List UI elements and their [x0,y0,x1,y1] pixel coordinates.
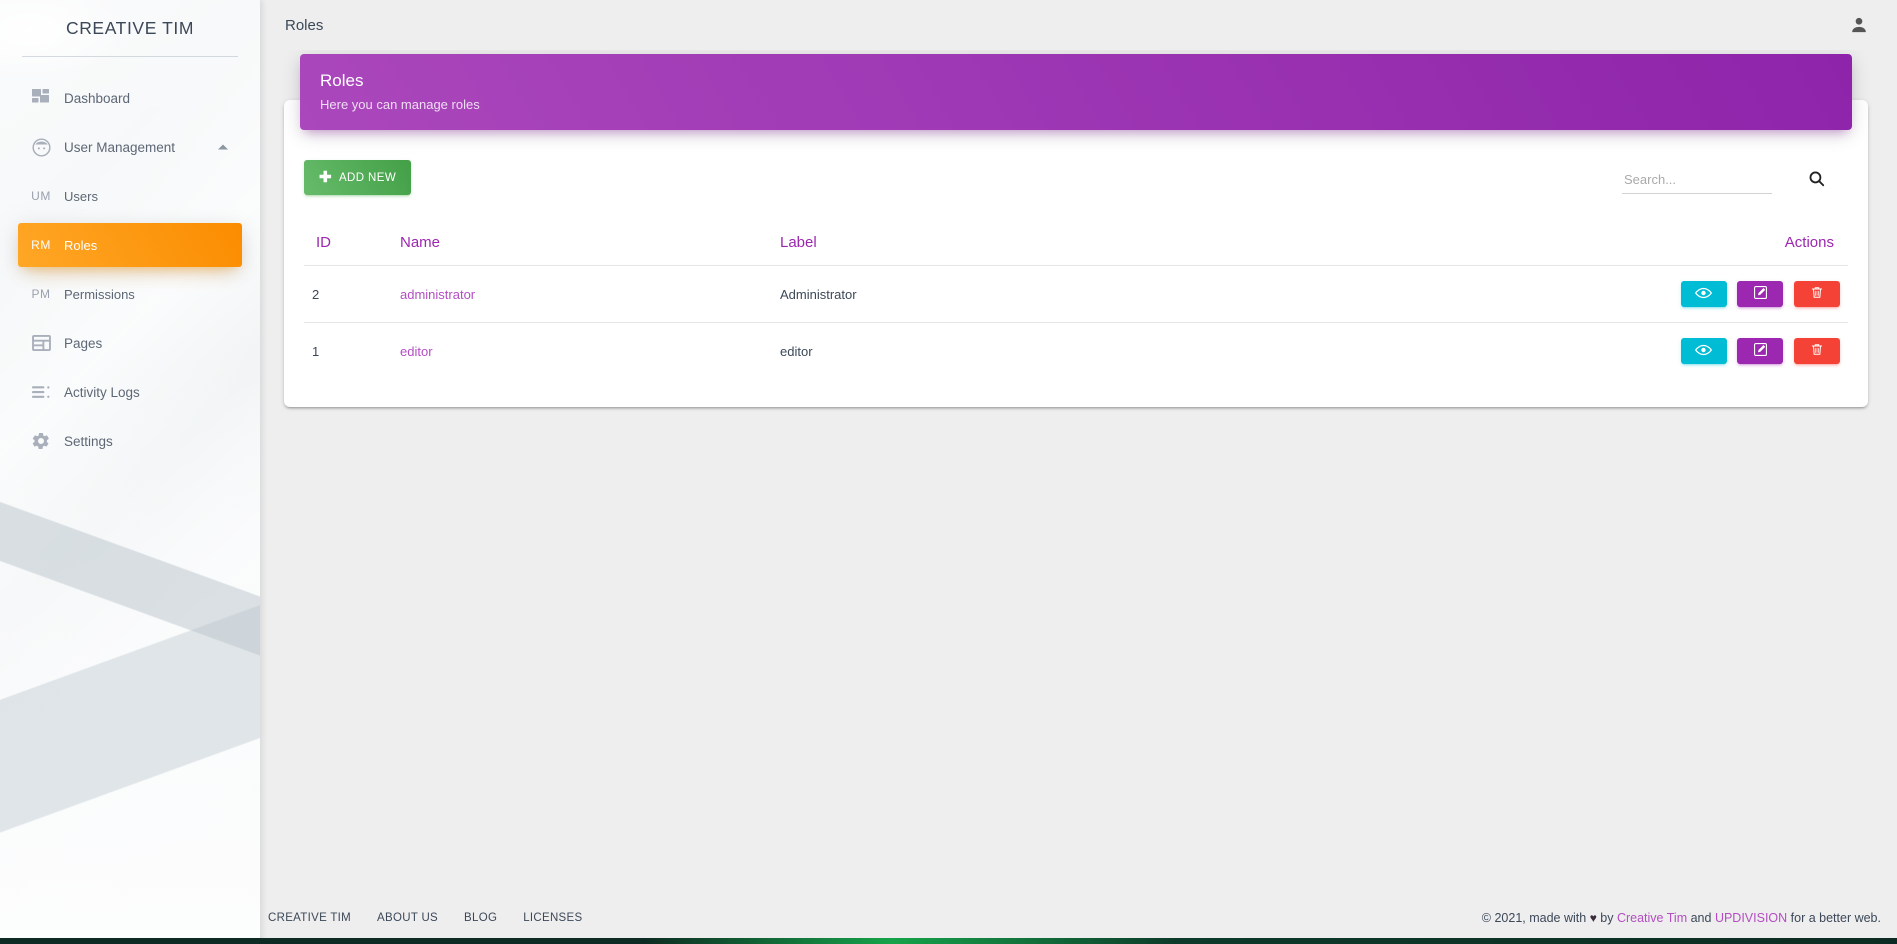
cell-actions [1134,322,1848,380]
sidebar-item-roles[interactable]: RM Roles [18,223,242,267]
card-subtitle: Here you can manage roles [320,97,480,113]
footer-copyright: © 2021, made with ♥ by Creative Tim and … [1482,911,1881,925]
search-input[interactable] [1622,166,1772,195]
edit-button[interactable] [1737,338,1784,365]
footer-link-blog[interactable]: BLOG [464,912,497,924]
cell-actions [1134,265,1848,323]
sidebar-item-activity-logs[interactable]: Activity Logs [18,370,242,414]
table-body: 2 administrator Administrator 1 editor e… [304,265,1848,380]
sidebar-item-permissions[interactable]: PM Permissions [18,272,242,316]
cell-label: Administrator [772,265,1135,323]
sidebar-item-label: User Management [64,139,176,155]
copyright-suffix: for a better web. [1787,911,1881,925]
cell-id: 2 [304,265,392,323]
footer-link-licenses[interactable]: LICENSES [523,912,582,924]
roles-card: Roles Here you can manage roles ✚ ADD NE… [284,54,1868,408]
column-header-id[interactable]: ID [304,224,392,266]
copyright-and: and [1687,911,1715,925]
edit-button[interactable] [1737,281,1784,308]
trash-icon [1810,342,1824,360]
table-row: 2 administrator Administrator [304,265,1848,323]
column-header-actions: Actions [1784,234,1834,252]
pencil-square-icon [1753,342,1768,360]
sidebar-item-label: Dashboard [64,90,131,106]
delete-button[interactable] [1794,338,1840,365]
column-header-label[interactable]: Label [772,224,1134,266]
copyright-by: by [1596,911,1617,925]
add-new-button[interactable]: ✚ ADD NEW [304,160,412,196]
view-button[interactable] [1680,281,1727,308]
heart-icon: ♥ [1589,911,1597,925]
gear-icon [18,431,64,451]
eye-icon [1695,344,1713,359]
sidebar-item-label: Permissions [64,286,135,302]
sidebar-item-label: Users [64,188,98,204]
table-header-row: ID Name Label Actions [304,224,1848,266]
footer-brand-updivision[interactable]: UPDIVISION [1715,911,1787,925]
copyright-prefix: © 2021, made with [1481,911,1590,925]
sidebar-item-settings[interactable]: Settings [18,419,242,463]
chevron-up-icon [218,144,228,150]
sidebar-item-abbr: UM [31,189,51,203]
cell-name: editor [392,322,772,380]
dashboard-grid-icon [18,88,64,108]
sidebar-item-abbr: RM [31,238,51,252]
sidebar: CREATIVE TIM Dashboard User Management U… [0,0,260,944]
trash-icon [1810,285,1824,303]
column-header-name[interactable]: Name [392,224,772,266]
cell-name: administrator [392,265,772,323]
sidebar-item-user-management[interactable]: User Management [18,125,242,169]
table-toolbar: ✚ ADD NEW [304,160,1848,210]
footer-link-creative-tim[interactable]: CREATIVE TIM [268,912,351,924]
view-button[interactable] [1680,338,1727,365]
eye-icon [1695,287,1713,302]
page-title: Roles [285,16,324,34]
footer-links: CREATIVE TIM ABOUT US BLOG LICENSES [268,912,582,924]
sidebar-item-label: Roles [64,237,98,253]
pages-layout-icon [18,335,64,351]
add-new-label: ADD NEW [338,171,397,184]
table-head: ID Name Label Actions [304,224,1848,266]
search-area [1622,162,1848,198]
cell-id: 1 [304,322,392,380]
person-icon[interactable] [1833,5,1885,45]
sidebar-item-label: Pages [64,335,103,351]
search-icon [1808,170,1825,190]
footer-brand-creative-tim[interactable]: Creative Tim [1617,911,1687,925]
list-lines-icon [18,385,64,399]
user-circle-icon [18,137,64,158]
sidebar-item-pages[interactable]: Pages [18,321,242,365]
bottom-accent-strip [0,938,1897,944]
brand-text: CREATIVE TIM [65,17,195,38]
pencil-square-icon [1753,285,1768,303]
delete-button[interactable] [1794,281,1840,308]
main-content: Roles Here you can manage roles ✚ ADD NE… [260,50,1897,944]
card-body: ✚ ADD NEW Search... ID Name Label Action… [284,142,1868,380]
search-button[interactable] [1784,162,1848,198]
card-header: Roles Here you can manage roles [300,54,1852,131]
card-title: Roles [320,71,364,90]
sidebar-item-label: Activity Logs [64,384,140,400]
sidebar-item-label: Settings [64,433,113,449]
role-name-link[interactable]: editor [400,344,433,359]
table-row: 1 editor editor [304,322,1848,380]
sidebar-item-abbr: PM [31,287,51,301]
plus-icon: ✚ [319,169,332,187]
top-navbar: Roles [260,0,1897,50]
role-name-link[interactable]: administrator [400,287,475,302]
roles-table: ID Name Label Actions 2 administrator Ad… [304,224,1848,380]
cell-label: editor [772,322,1135,380]
sidebar-item-dashboard[interactable]: Dashboard [18,76,242,120]
brand-logo[interactable]: CREATIVE TIM [0,0,260,56]
footer-link-about-us[interactable]: ABOUT US [377,912,438,924]
footer: CREATIVE TIM ABOUT US BLOG LICENSES © 20… [260,898,1897,938]
sidebar-nav: Dashboard User Management UM Users RM Ro… [0,57,260,463]
sidebar-item-users[interactable]: UM Users [18,174,242,218]
